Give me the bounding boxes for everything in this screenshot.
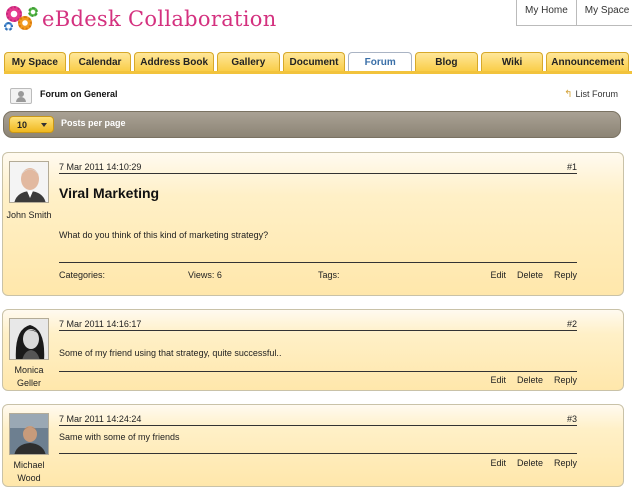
delete-button[interactable]: Delete bbox=[517, 270, 543, 280]
post-actions: Edit Delete Reply bbox=[490, 270, 577, 280]
logo-text: eBdesk Collaboration bbox=[42, 7, 277, 31]
top-navigation: My Home My Space bbox=[516, 0, 632, 26]
my-space-link[interactable]: My Space bbox=[577, 0, 632, 25]
post-number[interactable]: #3 bbox=[567, 414, 577, 424]
post-divider bbox=[59, 453, 577, 454]
forum-toolbar: 10 Posts per page bbox=[3, 111, 621, 138]
edit-button[interactable]: Edit bbox=[490, 375, 506, 385]
posts-per-page-select[interactable]: 10 bbox=[9, 116, 54, 133]
reply-button[interactable]: Reply bbox=[554, 375, 577, 385]
tab-blog[interactable]: Blog bbox=[415, 52, 478, 72]
reply-button[interactable]: Reply bbox=[554, 270, 577, 280]
user-forum-icon bbox=[10, 88, 32, 106]
forum-header: Forum on General ↰ List Forum bbox=[8, 86, 618, 106]
back-arrow-icon: ↰ bbox=[564, 89, 573, 100]
tab-calendar[interactable]: Calendar bbox=[68, 52, 132, 72]
avatar[interactable] bbox=[9, 318, 49, 360]
delete-button[interactable]: Delete bbox=[517, 375, 543, 385]
post-title: Viral Marketing bbox=[59, 185, 160, 201]
post-author[interactable]: Michael Wood bbox=[3, 459, 55, 485]
post-number[interactable]: #1 bbox=[567, 162, 577, 172]
post-actions: Edit Delete Reply bbox=[490, 458, 577, 468]
dropdown-caret-icon bbox=[41, 123, 47, 127]
post-body: Same with some of my friends bbox=[59, 432, 180, 442]
post-body: What do you think of this kind of market… bbox=[59, 230, 269, 240]
avatar[interactable] bbox=[9, 413, 49, 455]
post-date: 7 Mar 2011 14:10:29 bbox=[59, 162, 142, 172]
post-divider bbox=[59, 425, 577, 426]
tab-announcement[interactable]: Announcement bbox=[546, 52, 629, 72]
tab-gallery[interactable]: Gallery bbox=[216, 52, 280, 72]
tab-forum[interactable]: Forum bbox=[348, 52, 413, 73]
posts-per-page-label: Posts per page bbox=[61, 118, 126, 128]
main-tabs: My Space Calendar Address Book Gallery D… bbox=[4, 52, 632, 73]
post-actions: Edit Delete Reply bbox=[490, 375, 577, 385]
tab-my-space[interactable]: My Space bbox=[4, 52, 66, 72]
tab-address-book[interactable]: Address Book bbox=[134, 52, 214, 72]
tab-underline bbox=[4, 71, 632, 74]
forum-post: John Smith 7 Mar 2011 14:10:29 #1 Viral … bbox=[2, 152, 624, 296]
post-body: Some of my friend using that strategy, q… bbox=[59, 348, 282, 358]
edit-button[interactable]: Edit bbox=[490, 458, 506, 468]
post-divider bbox=[59, 330, 577, 331]
post-divider bbox=[59, 262, 577, 263]
avatar[interactable] bbox=[9, 161, 49, 203]
app-logo[interactable]: eBdesk Collaboration bbox=[4, 4, 277, 34]
my-home-link[interactable]: My Home bbox=[517, 0, 577, 25]
post-date: 7 Mar 2011 14:16:17 bbox=[59, 319, 142, 329]
gears-logo-icon bbox=[4, 4, 40, 34]
list-forum-link[interactable]: ↰ List Forum bbox=[564, 89, 618, 100]
post-categories: Categories: bbox=[59, 270, 106, 280]
post-author[interactable]: Monica Geller bbox=[3, 364, 55, 390]
post-divider bbox=[59, 173, 577, 174]
posts-per-page-value: 10 bbox=[17, 120, 28, 130]
delete-button[interactable]: Delete bbox=[517, 458, 543, 468]
post-number[interactable]: #2 bbox=[567, 319, 577, 329]
reply-button[interactable]: Reply bbox=[554, 458, 577, 468]
post-author[interactable]: John Smith bbox=[3, 209, 55, 222]
post-views: Views: 6 bbox=[188, 270, 222, 280]
forum-post: Monica Geller 7 Mar 2011 14:16:17 #2 Some… bbox=[2, 309, 624, 391]
post-date: 7 Mar 2011 14:24:24 bbox=[59, 414, 142, 424]
post-divider bbox=[59, 371, 577, 372]
edit-button[interactable]: Edit bbox=[490, 270, 506, 280]
forum-post: Michael Wood 7 Mar 2011 14:24:24 #3 Same … bbox=[2, 404, 624, 487]
forum-title: Forum on General bbox=[40, 89, 118, 99]
tab-wiki[interactable]: Wiki bbox=[480, 52, 544, 72]
list-forum-label: List Forum bbox=[575, 89, 618, 99]
tab-document[interactable]: Document bbox=[282, 52, 346, 72]
post-tags: Tags: bbox=[318, 270, 340, 280]
